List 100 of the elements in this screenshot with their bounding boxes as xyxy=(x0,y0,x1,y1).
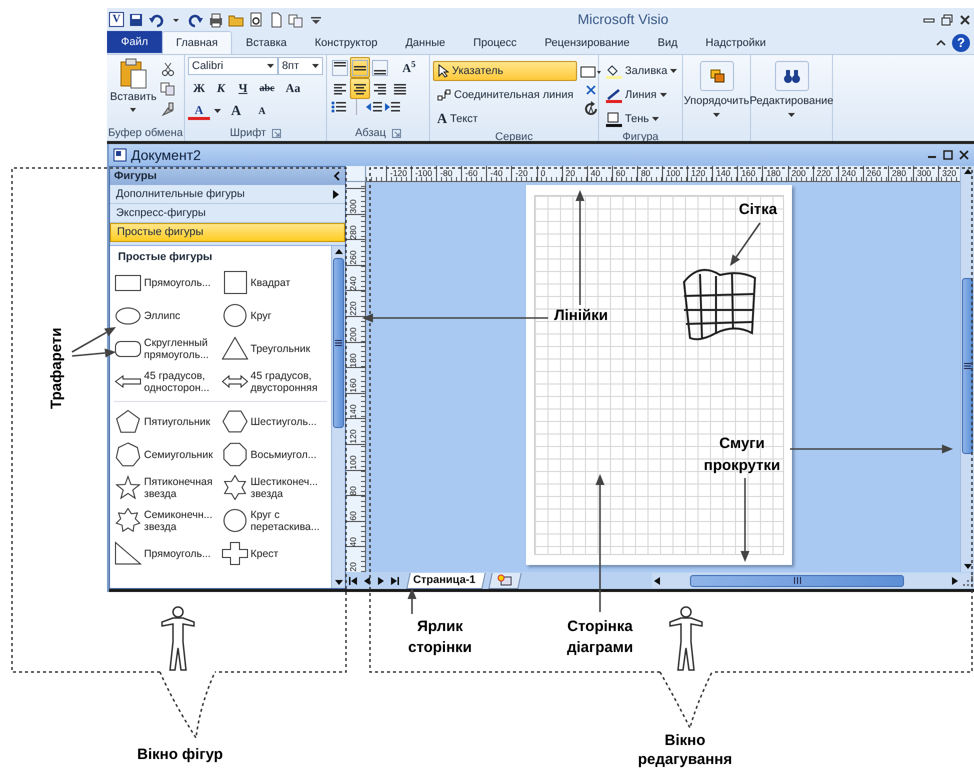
shape-label: Круг с перетаскива... xyxy=(250,508,321,533)
ruler-label: 220 xyxy=(348,300,358,316)
stencil-menu-item[interactable]: Простые фигуры xyxy=(110,223,345,242)
align-bottom-button[interactable] xyxy=(370,57,390,78)
dialog-launcher-icon[interactable] xyxy=(392,128,401,138)
italic-button[interactable]: К xyxy=(210,79,232,98)
ribbon-tab[interactable]: Конструктор xyxy=(300,31,392,54)
copy-icon[interactable] xyxy=(288,12,304,28)
app-logo[interactable]: V xyxy=(109,12,124,28)
align-top-button[interactable] xyxy=(330,57,350,78)
font-size-dropdown[interactable]: 8пт xyxy=(278,57,323,76)
dropdown-icon[interactable] xyxy=(128,106,138,114)
ruler-label: 20 xyxy=(562,166,587,182)
save-icon[interactable] xyxy=(128,12,144,28)
font-color-button[interactable]: A xyxy=(188,104,210,120)
stencil-menu-item[interactable]: Дополнительные фигуры xyxy=(110,185,345,204)
connector-icon xyxy=(437,89,451,102)
copy-icon[interactable] xyxy=(160,81,176,98)
pentagon-shape-icon[interactable] xyxy=(114,409,142,434)
panel-title: Фигуры xyxy=(114,168,157,184)
document-icon xyxy=(113,148,127,162)
shadow-button[interactable]: Тень xyxy=(602,109,682,130)
scroll-right-icon[interactable] xyxy=(950,574,960,586)
underline-button[interactable]: Ч xyxy=(232,79,254,98)
font-name-dropdown[interactable]: Calibri xyxy=(188,57,278,76)
pointer-arrow xyxy=(408,588,416,614)
ruler-label: 0 xyxy=(536,166,562,182)
scissors-icon[interactable] xyxy=(160,61,176,78)
text-block-button[interactable]: A$^{5}$ xyxy=(398,58,420,77)
arrange-button[interactable]: Упорядочить xyxy=(686,57,747,118)
scrollbar-thumb[interactable] xyxy=(962,278,973,454)
tool-button[interactable]: Указатель xyxy=(433,61,578,82)
align-middle-button[interactable] xyxy=(350,57,370,78)
ribbon-tab[interactable]: Рецензирование xyxy=(530,31,644,54)
ribbon-tab[interactable]: Главная xyxy=(162,31,232,54)
strikethrough-button[interactable]: abc xyxy=(254,80,280,96)
file-tab[interactable]: Файл xyxy=(107,31,162,54)
annotation-label: Трафарети xyxy=(47,326,66,411)
annotation-label: Сторінка діаграми xyxy=(566,617,634,658)
hexagon-shape-icon[interactable] xyxy=(220,409,248,434)
stencil-menu-item[interactable]: Экспресс-фигуры xyxy=(110,204,345,224)
ribbon-tab[interactable]: Вид xyxy=(644,31,692,54)
printer-icon[interactable] xyxy=(208,12,224,28)
right-triangle-shape-icon[interactable] xyxy=(114,541,142,566)
ribbon-tab[interactable]: Данные xyxy=(391,31,460,54)
resize-grip-icon[interactable] xyxy=(962,574,974,586)
delete-connector-icon[interactable] xyxy=(584,83,598,98)
rectangle-tool-icon[interactable] xyxy=(580,65,602,80)
brush-icon[interactable] xyxy=(160,101,176,118)
dialog-launcher-icon[interactable] xyxy=(272,128,282,138)
cross-shape-icon[interactable] xyxy=(220,541,248,566)
heptagon-shape-icon[interactable] xyxy=(114,442,142,468)
ruler-label: 280 xyxy=(888,166,913,182)
shape-label: Квадрат xyxy=(250,276,290,289)
ribbon-tab[interactable]: Вставка xyxy=(232,31,301,54)
close-icon[interactable] xyxy=(958,149,970,162)
triangle-shape-icon[interactable] xyxy=(220,336,248,362)
bullets-icon[interactable] xyxy=(330,99,348,116)
print-preview-icon[interactable] xyxy=(248,12,264,28)
binoculars-icon xyxy=(782,68,800,84)
tool-button[interactable]: A Текст xyxy=(433,109,578,130)
star-shape-icon[interactable] xyxy=(114,475,142,500)
scrollbar-thumb[interactable] xyxy=(333,258,344,428)
ruler-label: 200 xyxy=(788,166,813,182)
dropdown-icon[interactable] xyxy=(214,109,221,114)
annotation-label: Вікно редагування xyxy=(636,731,734,769)
rotate-text-icon[interactable] xyxy=(583,101,600,118)
tool-button[interactable]: Соединительная линия xyxy=(433,85,578,106)
fill-button[interactable]: Заливка xyxy=(602,61,682,82)
grow-font-button[interactable]: A xyxy=(225,101,247,122)
align-center-button[interactable] xyxy=(350,78,370,100)
line-button[interactable]: Линия xyxy=(602,85,682,106)
circle-shape-icon[interactable] xyxy=(220,508,248,534)
star-shape-icon[interactable] xyxy=(114,508,142,534)
restore-icon[interactable] xyxy=(940,12,954,27)
window-title: Microsoft Visio xyxy=(576,10,670,30)
restore-icon[interactable] xyxy=(942,149,954,162)
ruler-label: 140 xyxy=(348,403,358,418)
octagon-shape-icon[interactable] xyxy=(220,442,248,468)
shrink-font-button[interactable]: A xyxy=(251,104,273,120)
bold-button[interactable]: Ж xyxy=(188,79,210,98)
shape-label: Крест xyxy=(250,548,278,560)
circle-shape-icon[interactable] xyxy=(220,303,248,328)
scrollbar-thumb[interactable] xyxy=(690,574,904,586)
close-icon[interactable] xyxy=(958,12,972,27)
ruler-label: -20 xyxy=(511,166,537,182)
page-tab[interactable]: Страница-1 xyxy=(406,572,486,588)
insert-page-icon[interactable] xyxy=(498,573,514,586)
paste-button[interactable]: Вставить xyxy=(110,57,157,114)
caret-icon xyxy=(312,64,319,69)
change-case-button[interactable]: Aa xyxy=(280,79,306,98)
annotation-label: Лінійки xyxy=(553,306,609,326)
submenu-arrow-icon[interactable] xyxy=(333,190,339,199)
ribbon-tab[interactable]: Процесс xyxy=(459,31,531,54)
collapse-icon[interactable] xyxy=(333,171,341,182)
annotation-label: Смуги прокрутки xyxy=(702,434,782,476)
ribbon-tab[interactable]: Надстройки xyxy=(692,31,780,54)
group-label: Шрифт xyxy=(230,126,266,142)
scroll-left-icon[interactable] xyxy=(652,574,662,586)
help-button[interactable]: ? xyxy=(952,34,970,52)
